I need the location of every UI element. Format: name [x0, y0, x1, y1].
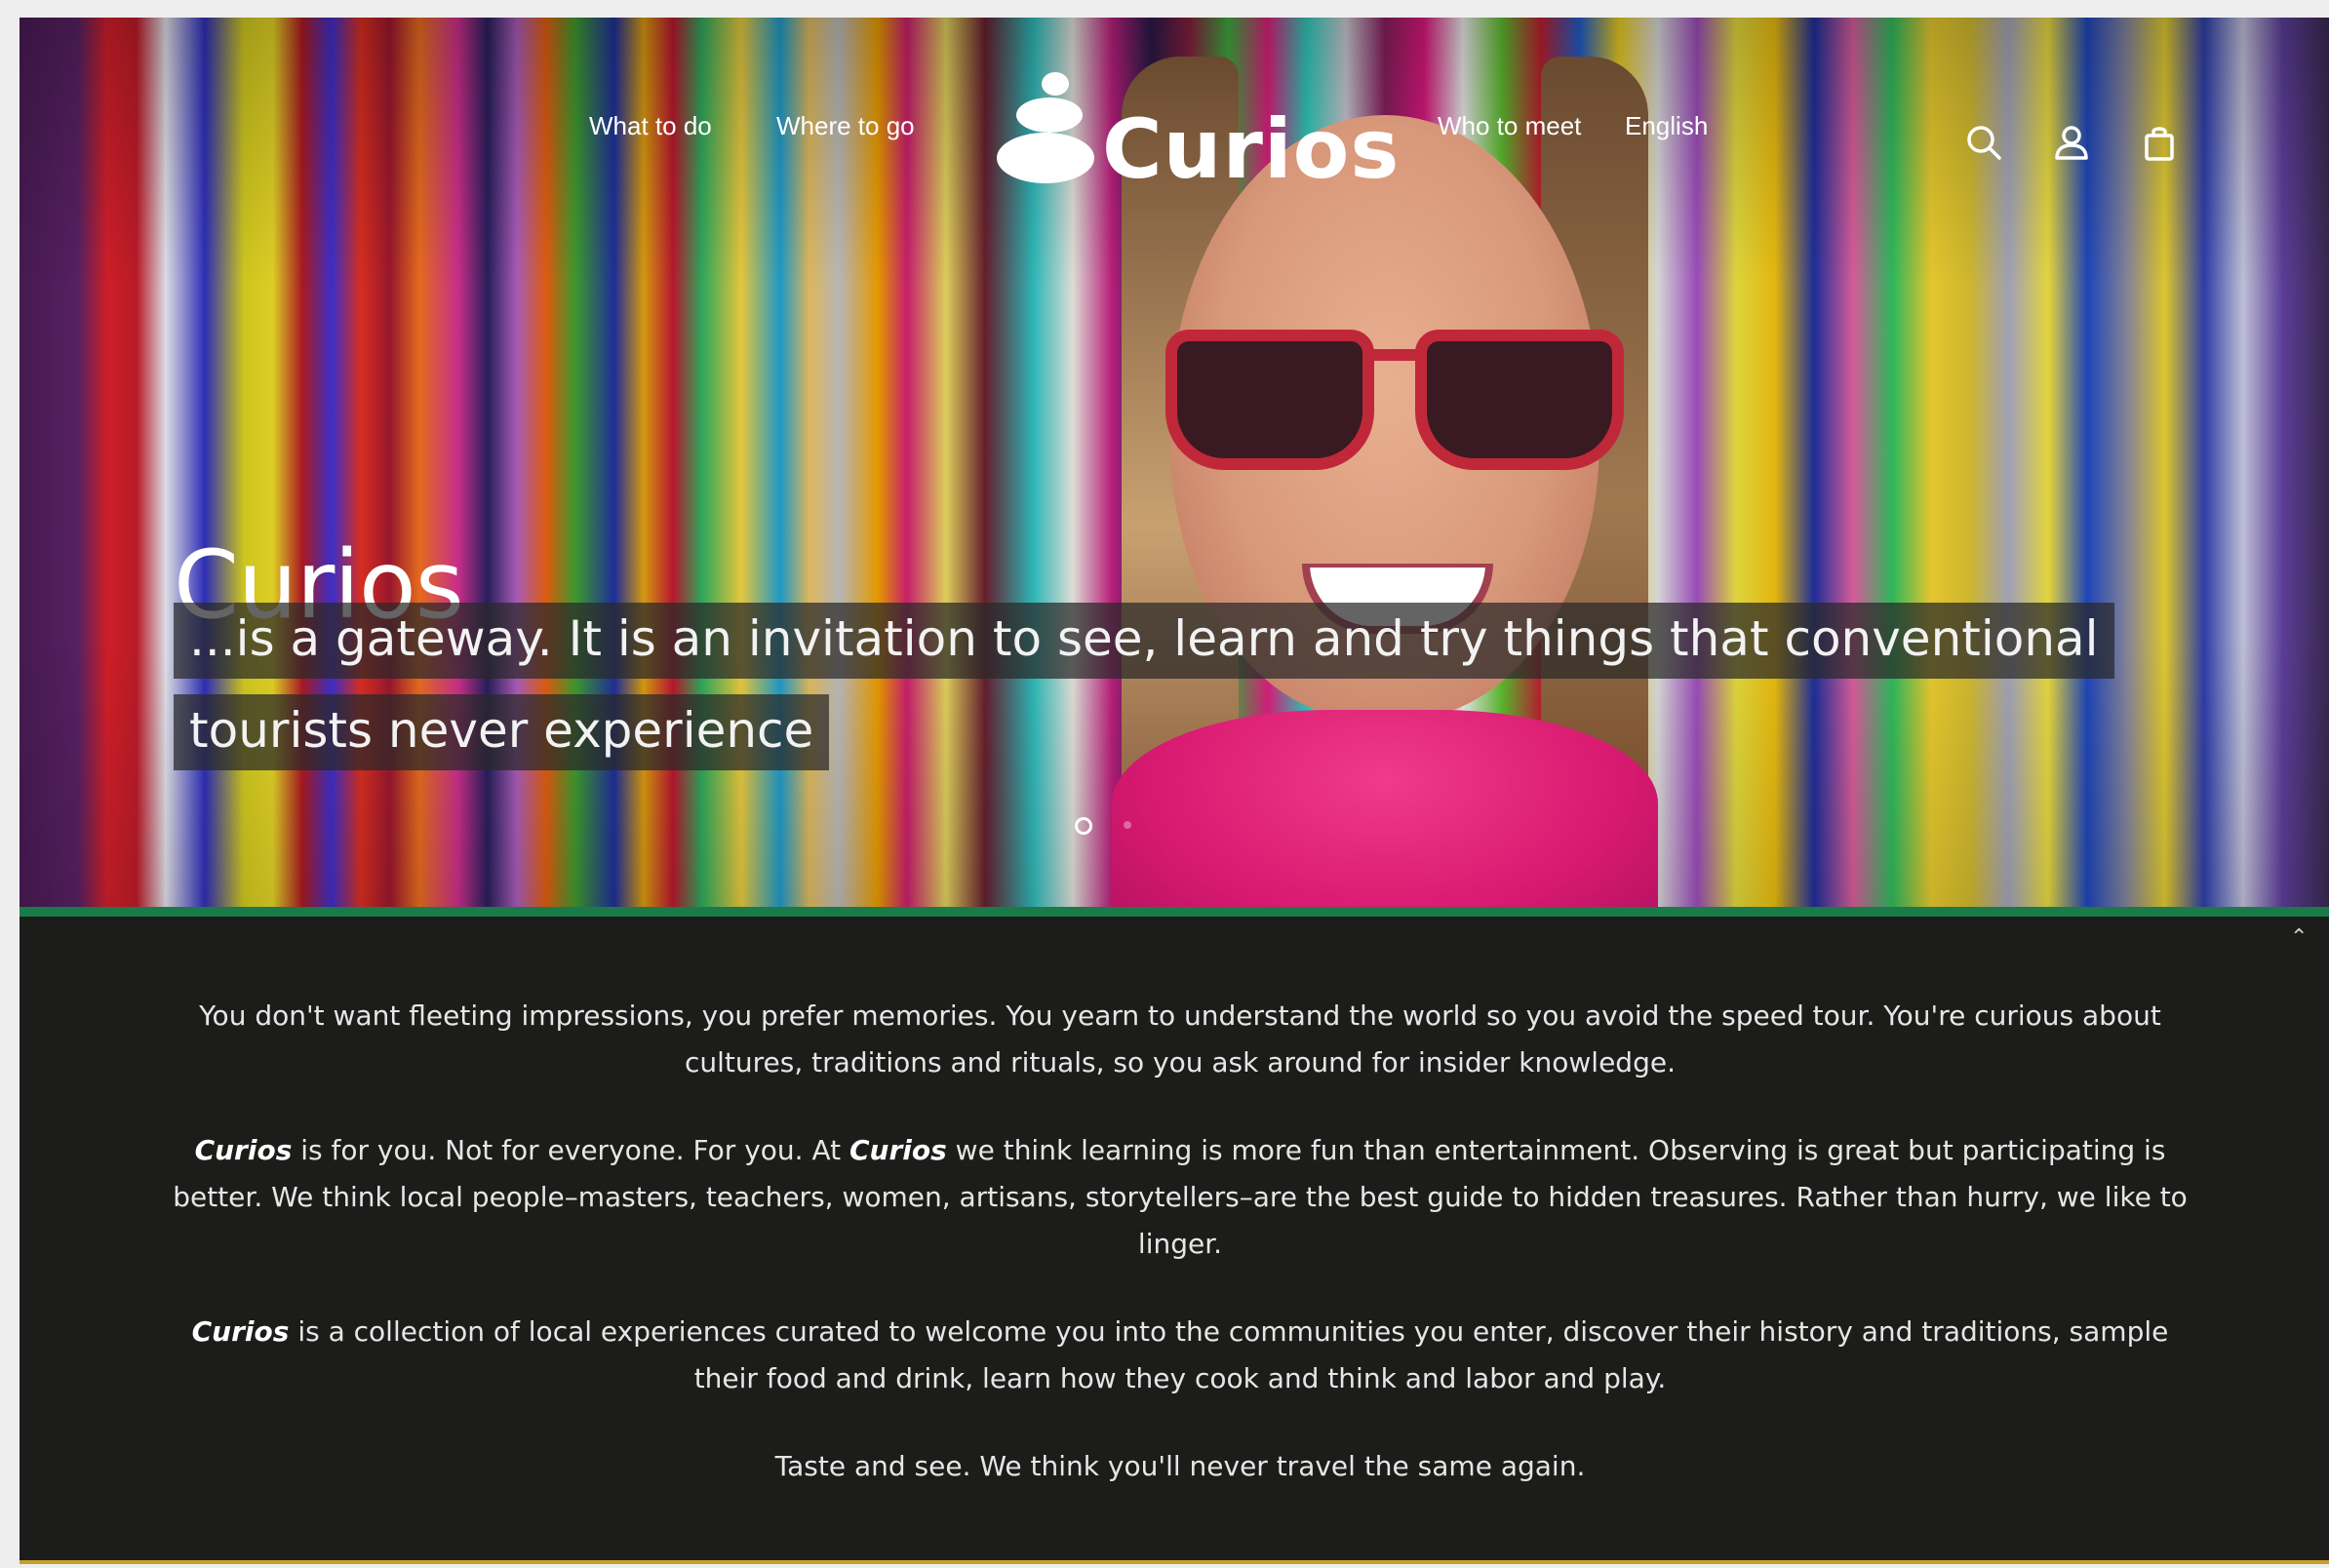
site-logo[interactable]: Curios — [995, 64, 1404, 201]
intro-paragraph-4: Taste and see. We think you'll never tra… — [774, 1450, 1586, 1482]
brand-name: Curios — [849, 1134, 947, 1166]
stones-logo-icon — [997, 72, 1094, 183]
hero-tagline: ...is a gateway. It is an invitation to … — [174, 603, 2183, 786]
intro-paragraph-3: Curios is a collection of local experien… — [156, 1309, 2204, 1402]
hero-tagline-line-2: tourists never experience — [174, 694, 830, 770]
brand-name: Curios — [194, 1134, 293, 1166]
search-icon[interactable] — [1964, 123, 2003, 162]
main-nav: What to do Where to go Curios Who to mee… — [20, 18, 2329, 213]
logo-text: Curios — [1102, 101, 1401, 197]
intro-paragraph-3-text: is a collection of local experiences cur… — [289, 1315, 2169, 1394]
intro-paragraph-2-text-a: is for you. Not for everyone. For you. A… — [292, 1134, 849, 1166]
hero-photo-sunglasses — [1165, 320, 1624, 470]
hero-photo-lens-left — [1165, 330, 1374, 470]
intro-paragraph-2: Curios is for you. Not for everyone. For… — [156, 1127, 2204, 1268]
slider-dot-2[interactable] — [1124, 821, 1131, 829]
page: What to do Where to go Curios Who to mee… — [20, 18, 2329, 1564]
account-icon[interactable] — [2052, 123, 2091, 162]
bottom-accent-line — [20, 1560, 2329, 1564]
intro-section: You don't want fleeting impressions, you… — [156, 993, 2204, 1531]
language-selector[interactable]: English — [1625, 111, 1708, 141]
hero-tagline-line-1: ...is a gateway. It is an invitation to … — [174, 603, 2114, 679]
nav-link-what-to-do[interactable]: What to do — [589, 111, 712, 141]
intro-paragraph-1: You don't want fleeting impressions, you… — [199, 1000, 2161, 1078]
nav-link-where-to-go[interactable]: Where to go — [776, 111, 915, 141]
brand-name: Curios — [191, 1315, 290, 1348]
section-divider — [20, 907, 2329, 917]
nav-link-who-to-meet[interactable]: Who to meet — [1438, 111, 1581, 141]
scroll-to-top-icon[interactable]: ⌃ — [2290, 924, 2308, 950]
shopping-bag-icon[interactable] — [2140, 123, 2179, 162]
slider-dot-1[interactable] — [1075, 817, 1092, 835]
hero-photo-lens-right — [1415, 330, 1624, 470]
